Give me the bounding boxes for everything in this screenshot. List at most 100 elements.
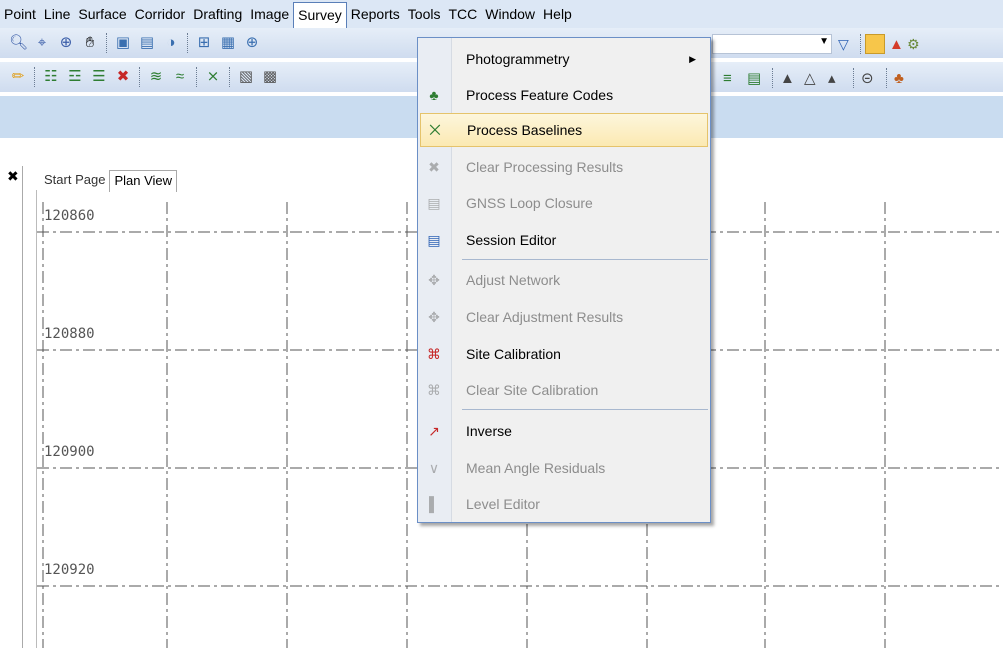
menu-item-mean-angle-residuals[interactable]: ∨ Mean Angle Residuals bbox=[420, 451, 708, 485]
zoom-icon[interactable]: 🔍︎ bbox=[9, 34, 28, 52]
person-icon[interactable]: ♣ bbox=[894, 70, 912, 87]
level-editor-icon: ▌ bbox=[429, 496, 439, 512]
survey-menu: Photogrammetry ▶ ♣ Process Feature Codes… bbox=[417, 37, 711, 523]
toolbar-separator bbox=[886, 68, 887, 88]
point-group-icon[interactable]: ☰ bbox=[90, 68, 108, 86]
menu-item-process-feature-codes[interactable]: ♣ Process Feature Codes bbox=[420, 78, 708, 112]
chevron-down-icon[interactable]: ▼ bbox=[819, 36, 829, 47]
tab-plan-view[interactable]: Plan View bbox=[109, 170, 178, 192]
toolbar-separator bbox=[860, 34, 861, 54]
zoom-extents-icon[interactable]: ⌖ bbox=[33, 34, 51, 52]
profile-edit-icon[interactable]: △ bbox=[804, 69, 822, 87]
menu-item-photogrammetry[interactable]: Photogrammetry ▶ bbox=[420, 42, 708, 76]
zoom-window-icon[interactable]: ⊕ bbox=[57, 34, 75, 52]
y-axis-label: 120920 bbox=[44, 562, 95, 578]
image-edit-icon[interactable]: ▩ bbox=[261, 68, 279, 86]
menu-help[interactable]: Help bbox=[539, 2, 576, 26]
session-editor-icon: ▤ bbox=[427, 231, 441, 248]
menu-tools[interactable]: Tools bbox=[404, 2, 445, 26]
view-window-icon[interactable]: ▤ bbox=[138, 34, 156, 52]
filter-icon[interactable]: ▽ bbox=[838, 36, 856, 53]
clear-network-icon: ✥ bbox=[428, 308, 440, 325]
menu-item-label: GNSS Loop Closure bbox=[466, 195, 593, 211]
profile-add-icon[interactable]: ▴ bbox=[828, 69, 846, 87]
menu-bar: Point Line Surface Corridor Drafting Ima… bbox=[0, 0, 1003, 28]
tree-icon: ♣ bbox=[429, 87, 439, 103]
menu-item-label: Process Feature Codes bbox=[466, 87, 614, 103]
menu-tcc[interactable]: TCC bbox=[444, 2, 481, 26]
y-axis-label: 120880 bbox=[44, 326, 95, 342]
menu-point[interactable]: Point bbox=[0, 2, 40, 26]
menu-item-label: Clear Processing Results bbox=[466, 159, 624, 175]
menu-item-session-editor[interactable]: ▤ Session Editor bbox=[420, 223, 708, 257]
menu-corridor[interactable]: Corridor bbox=[131, 2, 190, 26]
menu-surface[interactable]: Surface bbox=[74, 2, 130, 26]
menu-item-label: Clear Adjustment Results bbox=[466, 309, 624, 325]
menu-item-label: Process Baselines bbox=[467, 122, 583, 138]
snap-center-icon[interactable]: ⊕ bbox=[243, 34, 261, 52]
menu-drafting[interactable]: Drafting bbox=[189, 2, 246, 26]
spreadsheet-icon[interactable]: ▤ bbox=[747, 69, 765, 87]
y-axis-label: 120860 bbox=[44, 208, 95, 224]
menu-item-process-baselines[interactable]: ⨉ Process Baselines bbox=[420, 113, 708, 147]
menu-item-clear-adjustment-results[interactable]: ✥ Clear Adjustment Results bbox=[420, 300, 708, 334]
menu-image[interactable]: Image bbox=[246, 2, 293, 26]
pan-hand-icon[interactable]: ✋︎ bbox=[81, 34, 99, 52]
layer-manager-icon[interactable] bbox=[865, 34, 885, 54]
menu-item-gnss-loop-closure[interactable]: ▤ GNSS Loop Closure bbox=[420, 186, 708, 220]
menu-item-clear-site-calibration[interactable]: ⌘ Clear Site Calibration bbox=[420, 373, 708, 407]
baseline-icon: ⨉ bbox=[429, 121, 441, 138]
menu-item-label: Mean Angle Residuals bbox=[466, 460, 606, 476]
menu-line[interactable]: Line bbox=[40, 2, 74, 26]
network-icon: ✥ bbox=[428, 271, 440, 288]
shapes-icon[interactable]: ▲ bbox=[889, 36, 907, 53]
menu-separator bbox=[462, 409, 708, 410]
menu-separator bbox=[462, 259, 708, 260]
view-filter-dropdown[interactable]: ▼ bbox=[712, 34, 832, 54]
toolbar-separator bbox=[34, 67, 35, 87]
snap-grid-icon[interactable]: ▦ bbox=[219, 34, 237, 52]
surface-edit-icon[interactable]: ≈ bbox=[171, 68, 189, 86]
menu-item-adjust-network[interactable]: ✥ Adjust Network bbox=[420, 263, 708, 297]
y-axis-label: 120900 bbox=[44, 444, 95, 460]
menu-reports[interactable]: Reports bbox=[347, 2, 404, 26]
inverse-icon: ↗ bbox=[428, 422, 440, 439]
section-icon[interactable]: ⊝ bbox=[861, 69, 879, 87]
menu-item-label: Adjust Network bbox=[466, 272, 561, 288]
close-icon[interactable]: ✖ bbox=[7, 168, 19, 185]
settings-icon[interactable]: ⚙ bbox=[907, 36, 921, 53]
toolbar-separator bbox=[139, 67, 140, 87]
menu-item-inverse[interactable]: ↗ Inverse bbox=[420, 414, 708, 448]
pencil-icon[interactable]: ✏ bbox=[9, 68, 27, 86]
toolbar-separator bbox=[196, 67, 197, 87]
menu-survey[interactable]: Survey bbox=[293, 2, 347, 28]
toolbar-separator bbox=[853, 68, 854, 88]
point-table-icon[interactable]: ☷ bbox=[42, 68, 60, 86]
menu-item-level-editor[interactable]: ▌ Level Editor bbox=[420, 487, 708, 521]
point-delete-icon[interactable]: ✖ bbox=[114, 68, 132, 86]
menu-item-label: Photogrammetry bbox=[466, 51, 570, 67]
corridor-icon[interactable]: ⨯ bbox=[204, 68, 222, 86]
road-icon[interactable]: ≡ bbox=[723, 70, 741, 87]
clear-baseline-icon: ✖ bbox=[428, 158, 440, 175]
document-tabs: Start Page Plan View bbox=[40, 170, 178, 192]
menu-window[interactable]: Window bbox=[481, 2, 539, 26]
menu-item-label: Clear Site Calibration bbox=[466, 382, 599, 398]
tab-start-page[interactable]: Start Page bbox=[40, 170, 109, 192]
snap-point-icon[interactable]: ⊞ bbox=[195, 34, 213, 52]
image-icon[interactable]: ▧ bbox=[237, 68, 255, 86]
toolbar-separator bbox=[229, 67, 230, 87]
submenu-arrow-icon: ▶ bbox=[689, 53, 696, 64]
surface-icon[interactable]: ≋ bbox=[147, 68, 165, 86]
panel-divider bbox=[22, 166, 23, 648]
toolbar-separator bbox=[187, 33, 188, 53]
toolbar-separator bbox=[106, 33, 107, 53]
globe-icon[interactable]: ◑ bbox=[162, 34, 180, 52]
view-edit-icon[interactable]: ▣ bbox=[114, 34, 132, 52]
point-edit-icon[interactable]: ☲ bbox=[66, 68, 84, 86]
menu-item-site-calibration[interactable]: ⌘ Site Calibration bbox=[420, 337, 708, 371]
menu-item-clear-processing-results[interactable]: ✖ Clear Processing Results bbox=[420, 150, 708, 184]
toolbar-separator bbox=[772, 68, 773, 88]
toolbar-edit-right: ≡ ▤ ▲ △ ▴ ⊝ ♣ bbox=[720, 68, 915, 88]
profile-icon[interactable]: ▲ bbox=[780, 70, 798, 87]
